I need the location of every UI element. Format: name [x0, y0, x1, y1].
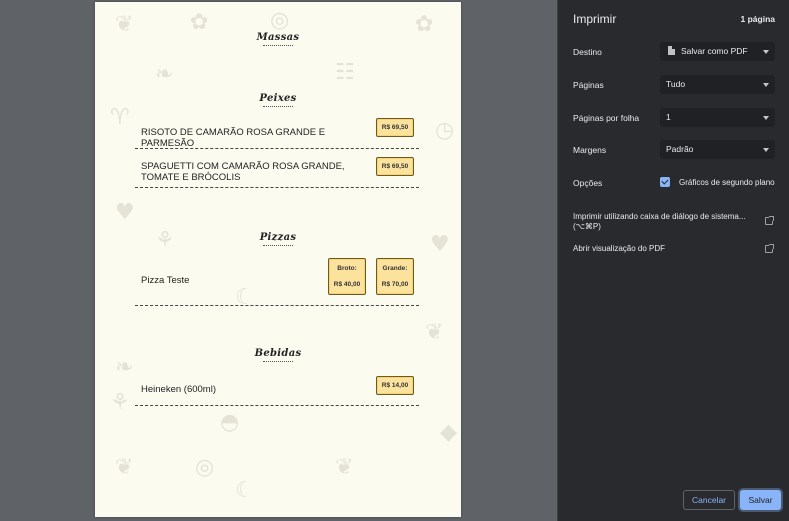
- chevron-down-icon: [763, 50, 769, 54]
- burger-icon: ◓: [220, 410, 240, 435]
- cancel-button[interactable]: Cancelar: [683, 490, 735, 510]
- system-dialog-link[interactable]: Imprimir utilizando caixa de diálogo de …: [573, 212, 768, 232]
- pages-select[interactable]: Tudo: [660, 75, 775, 94]
- chevron-down-icon: [763, 116, 769, 120]
- menu-item-spaguetti: SPAGUETTI COM CAMARÃO ROSA GRANDE, TOMAT…: [141, 161, 345, 183]
- pages-value: Tudo: [666, 79, 686, 89]
- size-label: Broto:: [337, 265, 357, 272]
- pages-label: Páginas: [573, 80, 604, 90]
- menu-item-heineken: Heineken (600ml): [141, 384, 216, 395]
- print-settings-panel: Imprimir 1 página Destino Salvar como PD…: [557, 0, 789, 521]
- cherry-icon: ⚘: [110, 390, 130, 415]
- price-tag: R$ 69,50: [376, 157, 414, 176]
- margins-value: Padrão: [666, 144, 694, 154]
- open-external-icon[interactable]: [765, 244, 774, 253]
- price-tag-grande: Grande: R$ 70,00: [376, 258, 414, 295]
- margins-select[interactable]: Padrão: [660, 140, 775, 159]
- open-external-icon[interactable]: [765, 216, 774, 225]
- margins-label: Margens: [573, 145, 607, 155]
- section-underline: [263, 106, 293, 107]
- bread-icon: ☷: [335, 60, 355, 85]
- chicken-icon: ❧: [155, 62, 174, 87]
- destination-label: Destino: [573, 47, 602, 57]
- section-underline: [263, 45, 293, 46]
- print-preview-area: ❦ ✿ ◎ ✿ ❧ ☷ ♈ ◷ ♥ ⚘ ♥ ☾ ❦ ❧ ⚘ ◓ ◆ ❦ ◎ ❦ …: [0, 0, 557, 521]
- section-title-bebidas: Bebidas: [254, 348, 302, 359]
- section-title-massas: Massas: [256, 32, 300, 43]
- menu-item-pizza: Pizza Teste: [141, 275, 190, 286]
- page-count: 1 página: [740, 14, 775, 24]
- fish-icon: ◆: [440, 420, 457, 445]
- banana-icon: ☾: [235, 478, 255, 503]
- size-price: R$ 40,00: [333, 281, 361, 288]
- pages-per-sheet-select[interactable]: 1: [660, 108, 775, 127]
- destination-select[interactable]: Salvar como PDF: [660, 42, 775, 61]
- section-title-peixes: Peixes: [259, 93, 297, 104]
- destination-value: Salvar como PDF: [681, 46, 748, 56]
- preview-page: ❦ ✿ ◎ ✿ ❧ ☷ ♈ ◷ ♥ ⚘ ♥ ☾ ❦ ❧ ⚘ ◓ ◆ ❦ ◎ ❦ …: [95, 2, 461, 517]
- size-price: R$ 70,00: [381, 281, 409, 288]
- pages-per-sheet-label: Páginas por folha: [573, 113, 640, 123]
- item-divider: [135, 305, 419, 306]
- open-pdf-label: Abrir visualização do PDF: [573, 244, 666, 253]
- pineapple-icon: ❦: [335, 455, 354, 480]
- item-divider: [135, 405, 419, 406]
- drink-icon: ♈: [110, 105, 130, 130]
- strawberry-icon: ♥: [115, 200, 135, 225]
- price-tag-broto: Broto: R$ 40,00: [328, 258, 366, 295]
- item-divider: [135, 148, 419, 149]
- menu-item-risoto: RISOTO DE CAMARÃO ROSA GRANDE E PARMESÃO: [141, 127, 326, 149]
- section-underline: [263, 361, 293, 362]
- section-title-pizzas: Pizzas: [259, 232, 297, 243]
- save-button[interactable]: Salvar: [740, 490, 781, 510]
- item-divider: [135, 187, 419, 188]
- pineapple-icon: ❦: [425, 320, 444, 345]
- background-graphics-label[interactable]: Gráficos de segundo plano: [679, 178, 775, 187]
- fruit-slice-icon: ◎: [195, 455, 215, 480]
- options-label: Opções: [573, 178, 603, 188]
- pineapple-icon: ❦: [115, 455, 134, 480]
- grape-icon: ✿: [190, 10, 209, 35]
- pages-per-sheet-value: 1: [666, 112, 671, 122]
- chevron-down-icon: [763, 83, 769, 87]
- clock-icon: ◷: [435, 118, 455, 143]
- system-dialog-label: Imprimir utilizando caixa de diálogo de …: [573, 212, 746, 231]
- price-tag: R$ 69,50: [376, 118, 414, 137]
- price-tag: R$ 14,00: [376, 376, 414, 395]
- open-pdf-link[interactable]: Abrir visualização do PDF: [573, 244, 768, 254]
- chicken-icon: ❧: [115, 355, 134, 380]
- document-icon: [668, 46, 675, 55]
- section-underline: [263, 245, 293, 246]
- fruit-slice-icon: ◎: [270, 8, 290, 33]
- background-graphics-checkbox[interactable]: [660, 177, 670, 187]
- print-title: Imprimir: [573, 12, 617, 26]
- chevron-down-icon: [763, 148, 769, 152]
- size-label: Grande:: [382, 265, 408, 272]
